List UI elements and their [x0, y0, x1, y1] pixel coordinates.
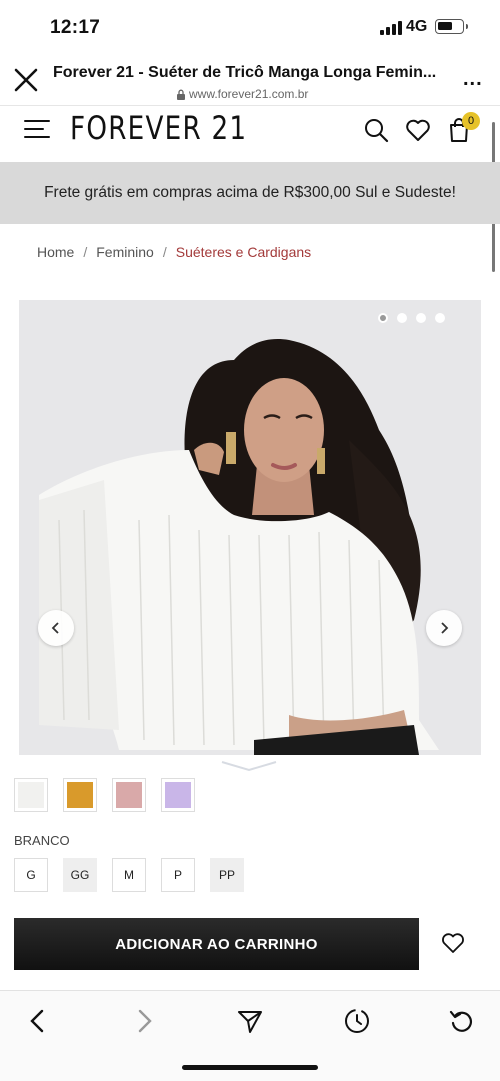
forward-icon[interactable]: [130, 1007, 158, 1035]
history-icon[interactable]: [343, 1007, 371, 1035]
size-g[interactable]: G: [14, 858, 48, 892]
chevron-left-icon: [51, 622, 59, 634]
add-to-cart-button[interactable]: ADICIONAR AO CARRINHO: [14, 918, 419, 970]
search-icon[interactable]: [362, 116, 390, 144]
chevron-right-icon: [441, 622, 449, 634]
size-p[interactable]: P: [161, 858, 195, 892]
drawer-handle-icon[interactable]: [220, 759, 278, 773]
status-bar: 12:17 4G: [0, 0, 500, 56]
breadcrumb-home[interactable]: Home: [37, 244, 74, 260]
wishlist-heart-icon[interactable]: [440, 930, 466, 956]
selected-color-label: BRANCO: [14, 833, 70, 848]
network-label: 4G: [406, 18, 428, 35]
menu-icon[interactable]: [24, 118, 50, 140]
promo-banner: Frete grátis em compras acima de R$300,0…: [0, 162, 500, 224]
browser-header: Forever 21 - Suéter de Tricô Manga Longa…: [0, 56, 500, 106]
cart-count-badge: 0: [462, 112, 480, 130]
url-text: www.forever21.com.br: [189, 87, 309, 101]
signal-icon: [380, 21, 402, 35]
reload-icon[interactable]: [448, 1007, 476, 1035]
color-swatch-lilac[interactable]: [161, 778, 195, 812]
size-pp[interactable]: PP: [210, 858, 244, 892]
size-gg[interactable]: GG: [63, 858, 97, 892]
more-options-button[interactable]: ...: [463, 68, 483, 91]
lock-icon: [177, 89, 185, 100]
breadcrumb: Home / Feminino / Suéteres e Cardigans: [37, 244, 311, 260]
pagination-dot[interactable]: [416, 313, 426, 323]
battery-icon: [435, 19, 468, 34]
pagination-dot[interactable]: [397, 313, 407, 323]
page-url: www.forever21.com.br: [176, 87, 308, 101]
home-indicator[interactable]: [182, 1065, 318, 1070]
color-swatch-white[interactable]: [14, 778, 48, 812]
breadcrumb-separator: /: [162, 244, 167, 260]
pagination-dot[interactable]: [378, 313, 388, 323]
back-icon[interactable]: [24, 1007, 52, 1035]
promo-text: Frete grátis em compras acima de R$300,0…: [44, 184, 456, 201]
breadcrumb-feminino[interactable]: Feminino: [96, 244, 154, 260]
breadcrumb-separator: /: [83, 244, 88, 260]
product-photo: [19, 300, 481, 755]
breadcrumb-current[interactable]: Suéteres e Cardigans: [176, 244, 311, 260]
color-swatch-pink[interactable]: [112, 778, 146, 812]
forever21-logo[interactable]: FOREVER 21: [70, 109, 247, 147]
product-image[interactable]: [19, 300, 481, 755]
page-title: Forever 21 - Suéter de Tricô Manga Longa…: [53, 64, 437, 81]
share-icon[interactable]: [236, 1007, 264, 1035]
next-image-button[interactable]: [426, 610, 462, 646]
pagination-dot[interactable]: [435, 313, 445, 323]
color-swatch-mustard[interactable]: [63, 778, 97, 812]
site-header: FOREVER 21: [0, 106, 500, 162]
image-pagination: [378, 313, 445, 323]
size-m[interactable]: M: [112, 858, 146, 892]
close-icon[interactable]: [12, 66, 40, 94]
previous-image-button[interactable]: [38, 610, 74, 646]
heart-icon[interactable]: [404, 116, 432, 144]
status-time: 12:17: [50, 17, 101, 38]
